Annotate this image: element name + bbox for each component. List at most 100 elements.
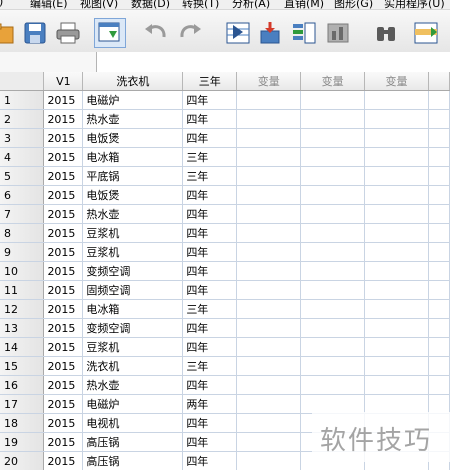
cell-years[interactable]: 四年: [182, 375, 238, 395]
cell-empty[interactable]: [428, 261, 450, 281]
cell-product[interactable]: 热水壶: [82, 375, 184, 395]
cell-v1[interactable]: 2015: [43, 204, 84, 224]
cell-empty[interactable]: [300, 128, 366, 148]
cell-empty[interactable]: [364, 299, 429, 319]
cell-empty[interactable]: [364, 204, 429, 224]
cell-empty[interactable]: [236, 299, 302, 319]
cell-product[interactable]: 平底锅: [82, 166, 184, 186]
cell-empty[interactable]: [364, 280, 429, 300]
cell-years[interactable]: 四年: [182, 337, 238, 357]
cell-empty[interactable]: [300, 204, 366, 224]
cell-empty[interactable]: [236, 242, 302, 262]
cell-years[interactable]: 四年: [182, 109, 238, 129]
cell-years[interactable]: 四年: [182, 90, 238, 110]
redo-icon[interactable]: [174, 18, 206, 48]
row-number[interactable]: 14: [0, 337, 45, 357]
cell-empty[interactable]: [236, 394, 302, 414]
row-number[interactable]: 9: [0, 242, 45, 262]
cell-product[interactable]: 电饭煲: [82, 128, 184, 148]
goto-variable-icon[interactable]: [254, 18, 286, 48]
cell-empty[interactable]: [364, 166, 429, 186]
cell-v1[interactable]: 2015: [43, 242, 84, 262]
cell-product[interactable]: 洗衣机: [82, 356, 184, 376]
row-number[interactable]: 16: [0, 375, 45, 395]
cell-empty[interactable]: [236, 375, 302, 395]
cell-product[interactable]: 电冰箱: [82, 147, 184, 167]
cell-v1[interactable]: 2015: [43, 375, 84, 395]
row-number[interactable]: 18: [0, 413, 45, 433]
cell-v1[interactable]: 2015: [43, 185, 84, 205]
cell-product[interactable]: 豆浆机: [82, 242, 184, 262]
cell-years[interactable]: 四年: [182, 432, 238, 452]
row-number[interactable]: 12: [0, 299, 45, 319]
menu-item-utilities[interactable]: 实用程序(U): [384, 0, 445, 9]
cell-empty[interactable]: [236, 280, 302, 300]
cell-years[interactable]: 四年: [182, 451, 238, 470]
cell-v1[interactable]: 2015: [43, 128, 84, 148]
menu-item-edit[interactable]: 编辑(E): [30, 0, 68, 9]
descriptive-stats-icon[interactable]: [322, 18, 354, 48]
cell-product[interactable]: 豆浆机: [82, 337, 184, 357]
cell-empty[interactable]: [300, 299, 366, 319]
cell-empty[interactable]: [300, 318, 366, 338]
cell-empty[interactable]: [364, 223, 429, 243]
cell-empty[interactable]: [364, 147, 429, 167]
cell-empty[interactable]: [364, 90, 429, 110]
cell-empty[interactable]: [236, 451, 302, 470]
cell-v1[interactable]: 2015: [43, 356, 84, 376]
cell-empty[interactable]: [428, 394, 450, 414]
cell-years[interactable]: 四年: [182, 242, 238, 262]
cell-empty[interactable]: [236, 223, 302, 243]
cell-empty[interactable]: [428, 337, 450, 357]
cell-empty[interactable]: [428, 280, 450, 300]
cell-empty[interactable]: [428, 109, 450, 129]
column-header-v1[interactable]: V1: [43, 72, 84, 91]
cell-empty[interactable]: [428, 242, 450, 262]
cell-product[interactable]: 热水壶: [82, 109, 184, 129]
row-number[interactable]: 10: [0, 261, 45, 281]
cell-empty[interactable]: [300, 242, 366, 262]
cell-empty[interactable]: [236, 128, 302, 148]
row-number[interactable]: 1: [0, 90, 45, 110]
cell-empty[interactable]: [236, 109, 302, 129]
cell-product[interactable]: 固频空调: [82, 280, 184, 300]
cell-empty[interactable]: [364, 356, 429, 376]
cell-empty[interactable]: [300, 90, 366, 110]
cell-empty[interactable]: [364, 318, 429, 338]
corner-cell[interactable]: [0, 72, 45, 91]
cell-empty[interactable]: [428, 204, 450, 224]
column-header-three-years[interactable]: 三年: [182, 72, 238, 91]
column-header-var-3[interactable]: 变量: [364, 72, 429, 91]
column-header-washer[interactable]: 洗衣机: [82, 72, 184, 91]
cell-empty[interactable]: [428, 185, 450, 205]
cell-product[interactable]: 电冰箱: [82, 299, 184, 319]
cell-product[interactable]: 变频空调: [82, 261, 184, 281]
cell-empty[interactable]: [364, 185, 429, 205]
cell-v1[interactable]: 2015: [43, 261, 84, 281]
cell-v1[interactable]: 2015: [43, 223, 84, 243]
menu-item-view[interactable]: 视图(V): [80, 0, 118, 9]
cell-empty[interactable]: [236, 147, 302, 167]
cell-v1[interactable]: 2015: [43, 413, 84, 433]
cell-empty[interactable]: [428, 166, 450, 186]
cell-empty[interactable]: [364, 261, 429, 281]
menu-item-data[interactable]: 数据(D): [131, 0, 170, 9]
menu-item-file-partial[interactable]: E): [0, 0, 3, 8]
cell-empty[interactable]: [300, 166, 366, 186]
row-number[interactable]: 4: [0, 147, 45, 167]
cell-product[interactable]: 电视机: [82, 413, 184, 433]
cell-product[interactable]: 变频空调: [82, 318, 184, 338]
cell-empty[interactable]: [300, 109, 366, 129]
column-header-var-2[interactable]: 变量: [300, 72, 366, 91]
cell-years[interactable]: 四年: [182, 185, 238, 205]
variables-icon[interactable]: [288, 18, 320, 48]
cell-empty[interactable]: [428, 318, 450, 338]
print-icon[interactable]: [52, 18, 84, 48]
cell-years[interactable]: 三年: [182, 166, 238, 186]
row-number[interactable]: 8: [0, 223, 45, 243]
cell-empty[interactable]: [364, 128, 429, 148]
cell-empty[interactable]: [300, 147, 366, 167]
cell-empty[interactable]: [364, 375, 429, 395]
insert-cases-icon[interactable]: [410, 18, 442, 48]
cell-years[interactable]: 三年: [182, 147, 238, 167]
